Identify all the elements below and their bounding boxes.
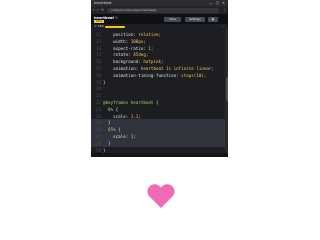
codepen-window: heartbeat — ▢ ✕ ‹ › ↻ codepen.io/alice/p… xyxy=(91,0,228,157)
edit-pencil-icon[interactable]: ✎ xyxy=(115,16,118,20)
heart-icon xyxy=(147,184,175,208)
url-text: codepen.io/alice/pen/heartbeat xyxy=(111,7,157,12)
layout-button[interactable]: ▦ xyxy=(208,16,218,22)
settings-button[interactable]: Settings xyxy=(185,16,205,22)
browser-navbar: ‹ › ↻ codepen.io/alice/pen/heartbeat ⋮ xyxy=(91,6,228,14)
layout-icon: ▦ xyxy=(211,16,215,21)
heart-preview xyxy=(146,181,176,211)
address-bar[interactable]: codepen.io/alice/pen/heartbeat xyxy=(107,7,219,13)
css-code-editor[interactable]: 12 position: relative; 13 width: 100px; 14… xyxy=(91,29,228,153)
css-tab-label: CSS xyxy=(97,24,104,28)
editor-scrollbar[interactable] xyxy=(225,29,228,153)
back-arrow-icon[interactable]: ‹ xyxy=(93,6,95,14)
pen-title-text: heartbeat xyxy=(94,15,115,20)
forward-arrow-icon[interactable]: › xyxy=(97,6,99,14)
editor-footer xyxy=(91,153,228,157)
scrollbar-thumb[interactable] xyxy=(225,77,228,101)
active-tab-indicator xyxy=(105,25,125,28)
pen-title[interactable]: heartbeat✎ xyxy=(94,16,118,20)
browser-menu-icon[interactable]: ⋮ xyxy=(223,6,226,14)
author-badge[interactable]: alice xyxy=(94,19,105,23)
reload-icon[interactable]: ↻ xyxy=(101,6,104,14)
pen-header: heartbeat✎ alice Save Settings ▦ xyxy=(91,14,228,24)
save-button[interactable]: Save xyxy=(164,16,181,22)
save-button-label: Save xyxy=(169,16,176,21)
gear-icon[interactable]: ⚙ xyxy=(94,24,97,28)
settings-button-label: Settings xyxy=(189,16,201,21)
